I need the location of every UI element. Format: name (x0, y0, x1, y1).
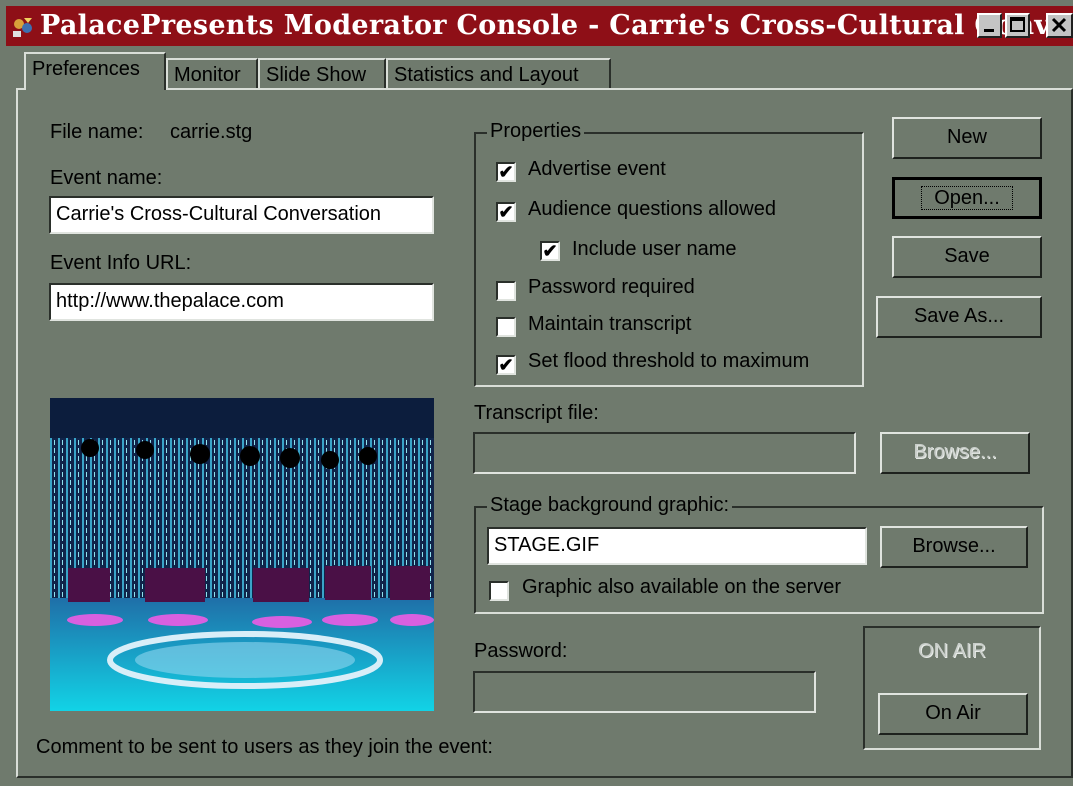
flood-threshold-checkbox[interactable]: ✔ (496, 355, 516, 375)
transcript-file-input[interactable] (473, 432, 856, 474)
maintain-transcript-label[interactable]: Maintain transcript (528, 313, 691, 336)
stage-background-browse-button[interactable]: Browse... (880, 526, 1028, 568)
maintain-transcript-checkbox[interactable] (496, 317, 516, 337)
tab-preferences[interactable]: Preferences (24, 52, 166, 90)
save-as-button[interactable]: Save As... (876, 296, 1042, 338)
stage-preview-image (50, 398, 434, 711)
palace-app-icon (10, 14, 36, 40)
graphic-on-server-label[interactable]: Graphic also available on the server (522, 576, 841, 599)
tab-slide-show[interactable]: Slide Show (258, 58, 386, 88)
on-air-status: ON AIR (918, 640, 986, 662)
stage-background-group-title: Stage background graphic: (487, 494, 733, 517)
event-info-url-input[interactable]: http://www.thepalace.com (49, 283, 434, 321)
check-icon: ✔ (542, 241, 558, 261)
include-user-name-checkbox[interactable]: ✔ (540, 241, 560, 261)
advertise-event-label[interactable]: Advertise event (528, 158, 666, 181)
moderator-console-window: PalacePresents Moderator Console - Carri… (0, 0, 1073, 786)
event-info-url-label: Event Info URL: (50, 252, 192, 274)
title-bar[interactable]: PalacePresents Moderator Console - Carri… (6, 6, 1073, 46)
maximize-button[interactable] (1005, 13, 1030, 38)
transcript-file-label: Transcript file: (474, 402, 599, 424)
minimize-icon (984, 29, 994, 32)
password-label: Password: (474, 640, 568, 662)
audience-questions-label[interactable]: Audience questions allowed (528, 198, 776, 221)
file-name-label: File name: (50, 121, 144, 143)
on-air-button[interactable]: On Air (878, 693, 1028, 735)
password-input[interactable] (473, 671, 816, 713)
check-icon: ✔ (498, 355, 514, 375)
event-name-label: Event name: (50, 167, 163, 189)
open-button[interactable]: Open... (892, 177, 1042, 219)
audience-questions-checkbox[interactable]: ✔ (496, 202, 516, 222)
include-user-name-label[interactable]: Include user name (572, 238, 737, 261)
file-name-value: carrie.stg (170, 121, 253, 143)
password-required-checkbox[interactable] (496, 281, 516, 301)
open-button-label: Open... (921, 186, 1013, 210)
maximize-icon (1010, 17, 1025, 32)
comment-label: Comment to be sent to users as they join… (36, 736, 493, 758)
event-name-input[interactable]: Carrie's Cross-Cultural Conversation (49, 196, 434, 234)
save-button[interactable]: Save (892, 236, 1042, 278)
graphic-on-server-checkbox[interactable] (489, 581, 509, 601)
check-icon: ✔ (498, 202, 514, 222)
tab-statistics-and-layout[interactable]: Statistics and Layout (386, 58, 611, 88)
properties-group-title: Properties (487, 120, 585, 143)
minimize-button[interactable] (977, 13, 1002, 38)
advertise-event-checkbox[interactable]: ✔ (496, 162, 516, 182)
close-icon (1051, 17, 1067, 33)
transcript-browse-button[interactable]: Browse... (880, 432, 1030, 474)
password-required-label[interactable]: Password required (528, 276, 695, 299)
close-button[interactable] (1046, 13, 1073, 38)
new-button[interactable]: New (892, 117, 1042, 159)
window-title: PalacePresents Moderator Console - Carri… (40, 10, 1073, 41)
flood-threshold-label[interactable]: Set flood threshold to maximum (528, 350, 809, 373)
check-icon: ✔ (498, 162, 514, 182)
stage-background-input[interactable]: STAGE.GIF (487, 527, 867, 565)
tab-monitor[interactable]: Monitor (166, 58, 258, 88)
